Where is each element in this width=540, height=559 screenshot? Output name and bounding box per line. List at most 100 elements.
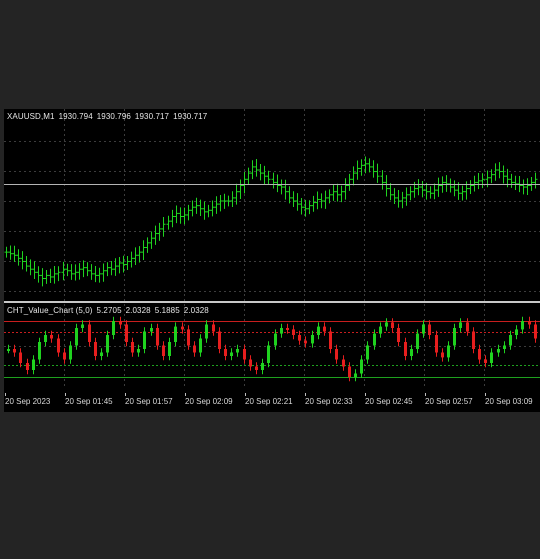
- price-bar: [420, 181, 425, 198]
- price-bar: [210, 200, 215, 217]
- indicator-candle: [100, 348, 103, 361]
- time-label: 20 Sep 02:33: [305, 397, 353, 406]
- indicator-candle: [503, 341, 506, 354]
- price-bar: [93, 265, 98, 283]
- time-tick: [485, 393, 486, 396]
- time-label: 20 Sep 02:09: [185, 397, 233, 406]
- price-bar: [101, 263, 106, 282]
- price-bar: [375, 163, 380, 183]
- price-bar: [113, 258, 118, 276]
- price-bar: [424, 182, 429, 200]
- price-bar: [32, 261, 37, 279]
- indicator-candle: [453, 323, 456, 350]
- symbol-label: XAUUSD,M1: [7, 112, 55, 121]
- indicator-candle: [150, 323, 153, 336]
- price-bar: [246, 167, 251, 185]
- price-bar: [400, 191, 405, 209]
- price-bar: [24, 256, 29, 272]
- indicator-bars: [7, 316, 537, 382]
- price-chart-header: XAUUSD,M1 1930.794 1930.796 1930.717 1930.71…: [7, 112, 211, 121]
- price-bar: [161, 216, 166, 237]
- price-bar: [56, 266, 61, 282]
- time-axis: 20 Sep 2023 20 Sep 01:45 20 Sep 01:57 20 Se…: [4, 393, 540, 412]
- indicator-candle: [317, 322, 320, 340]
- indicator-candle: [94, 337, 97, 361]
- time-label: 20 Sep 01:57: [125, 397, 173, 406]
- indicator-candle: [385, 318, 388, 331]
- price-bar: [16, 249, 21, 266]
- price-bar: [182, 207, 187, 225]
- price-bar: [149, 231, 154, 249]
- price-bar: [242, 172, 247, 194]
- price-bar: [230, 191, 235, 208]
- indicator-candle: [528, 316, 531, 329]
- indicator-candle: [88, 320, 91, 347]
- indicator-candle: [243, 344, 246, 364]
- ohlc-open: 1930.794: [58, 112, 93, 121]
- price-bar: [501, 165, 506, 184]
- indicator-candle: [212, 320, 215, 336]
- indicator-candle: [267, 341, 270, 368]
- price-bar: [198, 199, 203, 217]
- price-bar: [12, 245, 17, 262]
- price-bar: [436, 177, 441, 197]
- price-bar: [97, 267, 102, 283]
- window-separator[interactable]: [4, 301, 540, 303]
- price-bar: [137, 246, 142, 263]
- price-bar: [444, 175, 449, 192]
- price-bar: [480, 173, 485, 189]
- price-bar: [432, 183, 437, 200]
- ohlc-close: 1930.717: [173, 112, 208, 121]
- time-tick: [245, 393, 246, 396]
- price-bar: [355, 160, 360, 180]
- price-bar: [533, 172, 538, 189]
- indicator-candle: [329, 327, 332, 354]
- price-bar: [109, 260, 114, 276]
- price-bar: [279, 179, 284, 195]
- price-bar: [226, 195, 231, 207]
- price-bars: [4, 156, 538, 287]
- time-tick: [305, 393, 306, 396]
- indicator-candle: [143, 327, 146, 354]
- price-bar: [307, 200, 312, 215]
- time-tick: [425, 393, 426, 396]
- price-bar: [238, 179, 243, 199]
- price-bar: [380, 170, 385, 190]
- indicator-candle: [75, 323, 78, 350]
- price-chart[interactable]: [4, 109, 540, 302]
- price-bar: [48, 268, 53, 283]
- price-bar: [85, 262, 90, 277]
- price-bar: [202, 201, 207, 220]
- grid: [4, 109, 540, 302]
- indicator-levels: [4, 321, 540, 378]
- ohlc-low: 1930.717: [134, 112, 170, 121]
- price-bar: [214, 196, 219, 214]
- price-bar: [448, 178, 453, 193]
- indicator-candle: [199, 334, 202, 357]
- price-bar: [69, 264, 74, 280]
- indicator-candle: [205, 320, 208, 343]
- indicator-candle: [534, 320, 537, 343]
- price-bar: [295, 193, 300, 211]
- indicator-candle: [26, 358, 29, 375]
- price-bar: [218, 194, 223, 212]
- price-bar: [283, 179, 288, 200]
- indicator-candle: [38, 337, 41, 364]
- price-bar: [125, 256, 130, 270]
- time-label: 20 Sep 01:45: [65, 397, 113, 406]
- indicator-value-1: 5.2705: [96, 306, 122, 315]
- price-bar: [367, 158, 372, 173]
- price-bar: [497, 162, 502, 179]
- price-bar: [258, 163, 263, 181]
- ohlc-high: 1930.796: [96, 112, 131, 121]
- price-bar: [351, 166, 356, 186]
- indicator-chart[interactable]: [4, 304, 540, 389]
- price-bar: [145, 237, 150, 253]
- chart-window[interactable]: XAUUSD,M1 1930.794 1930.796 1930.717 1930.71…: [4, 109, 540, 412]
- price-bar: [371, 160, 376, 178]
- price-bar: [254, 158, 259, 177]
- price-bar: [105, 262, 110, 277]
- grid: [4, 304, 540, 389]
- indicator-candle: [435, 330, 438, 357]
- price-bar: [266, 170, 271, 185]
